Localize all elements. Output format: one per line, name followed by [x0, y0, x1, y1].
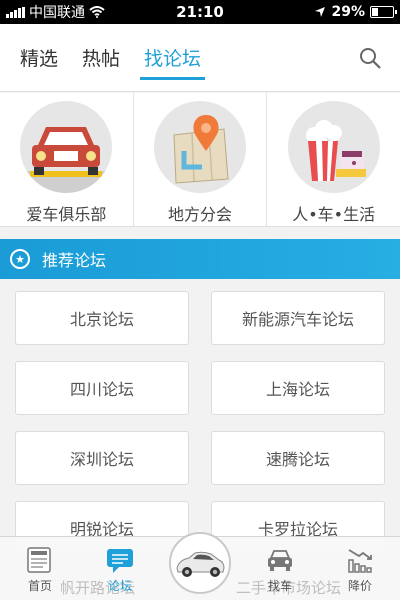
popcorn-icon	[287, 101, 380, 193]
category-row: 爱车俱乐部 地方分会 人•车•生活	[0, 93, 400, 227]
forum-item-sichuan[interactable]: 四川论坛	[15, 361, 189, 415]
nav-home[interactable]: 首页	[0, 537, 80, 600]
battery-percent: 29%	[331, 4, 365, 20]
category-local-branch[interactable]: 地方分会	[134, 93, 268, 226]
battery-icon	[370, 6, 397, 18]
forum-item-new-energy[interactable]: 新能源汽车论坛	[211, 291, 385, 345]
recommended-forums-header: ★ 推荐论坛	[0, 239, 400, 279]
forum-item-beijing[interactable]: 北京论坛	[15, 291, 189, 345]
nav-forum-label: 论坛	[107, 579, 132, 593]
tab-find-forum-label: 找论坛	[144, 48, 202, 70]
tab-find-forum[interactable]: 找论坛	[140, 24, 206, 92]
category-life[interactable]: 人•车•生活	[267, 93, 400, 226]
status-left: 中国联通	[6, 2, 105, 22]
forum-grid: 北京论坛 新能源汽车论坛 四川论坛 上海论坛 深圳论坛 速腾论坛 明锐论坛 卡罗…	[0, 279, 400, 555]
bottom-nav: 帆开路论坛 二手车市场论坛 首页 论坛 找车 降价	[0, 532, 400, 600]
nav-find-car-label: 找车	[267, 579, 292, 593]
nav-find-car[interactable]: 找车	[240, 537, 320, 600]
find-car-icon	[268, 550, 292, 571]
price-drop-icon	[348, 549, 372, 573]
tab-featured[interactable]: 精选	[20, 24, 58, 92]
tab-hot-posts[interactable]: 热帖	[82, 24, 120, 92]
nav-forum[interactable]: 论坛	[80, 537, 160, 600]
map-pin-icon	[154, 101, 246, 193]
news-icon	[27, 547, 51, 573]
wifi-icon	[89, 6, 105, 18]
category-car-club[interactable]: 爱车俱乐部	[0, 93, 134, 226]
chat-icon	[107, 549, 133, 573]
recommended-forums-title: 推荐论坛	[42, 251, 107, 270]
status-right: 29%	[314, 4, 397, 20]
nav-home-label: 首页	[27, 579, 52, 593]
nav-price-drop[interactable]: 降价	[320, 537, 400, 600]
center-car-button[interactable]	[169, 532, 231, 594]
car-center-icon	[176, 551, 225, 577]
category-local-branch-label: 地方分会	[168, 205, 233, 224]
category-life-label: 人•车•生活	[292, 205, 376, 224]
tab-featured-label: 精选	[20, 48, 59, 70]
status-bar: 中国联通 21:10 29%	[0, 0, 400, 24]
forum-item-sagitar[interactable]: 速腾论坛	[211, 431, 385, 485]
forum-item-shenzhen[interactable]: 深圳论坛	[15, 431, 189, 485]
search-icon[interactable]	[358, 46, 382, 70]
top-tab-bar: 精选 热帖 找论坛	[0, 24, 400, 92]
tab-hot-posts-label: 热帖	[82, 48, 121, 70]
nav-price-drop-label: 降价	[347, 579, 372, 593]
location-arrow-icon	[315, 7, 326, 17]
battery-level-fill	[372, 8, 378, 16]
signal-icon	[6, 6, 25, 18]
star-icon: ★	[10, 249, 30, 269]
category-car-club-label: 爱车俱乐部	[26, 205, 107, 224]
carrier-label: 中国联通	[29, 5, 85, 21]
forum-item-shanghai[interactable]: 上海论坛	[211, 361, 385, 415]
car-club-icon	[20, 101, 113, 193]
